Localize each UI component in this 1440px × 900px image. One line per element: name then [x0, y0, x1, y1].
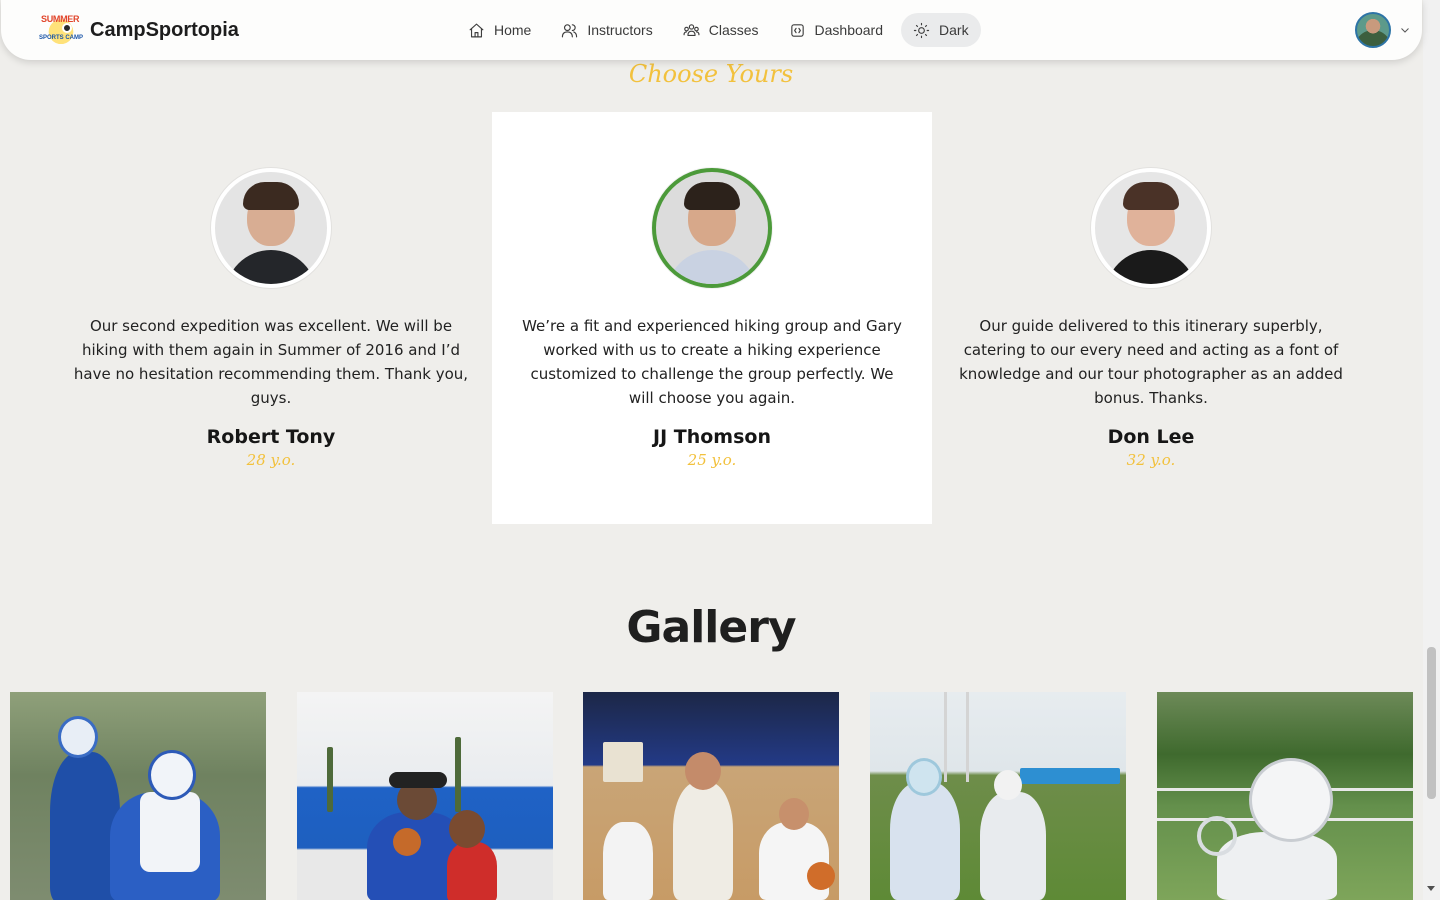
theme-toggle-label: Dark: [939, 22, 969, 38]
gallery-image-indoor-basketball[interactable]: [583, 692, 839, 900]
gallery-title: Gallery: [626, 602, 796, 653]
gallery-image-lacrosse-helmet[interactable]: [1157, 692, 1413, 900]
testimonial-card: Our second expedition was excellent. We …: [51, 112, 491, 524]
testimonial-quote: Our second expedition was excellent. We …: [73, 317, 469, 407]
chevron-down-icon[interactable]: [1399, 24, 1411, 36]
page-scrollbar[interactable]: [1423, 0, 1440, 900]
testimonial-age: 32 y.o.: [1126, 451, 1176, 469]
group-icon: [683, 23, 700, 36]
logo-bottom-text: SPORTS CAMP: [39, 35, 84, 41]
navbar: SUMMER SPORTS CAMP CampSportopia Home In…: [1, 0, 1422, 60]
nav-dashboard-label: Dashboard: [814, 22, 884, 38]
testimonial-name: Don Lee: [1107, 426, 1195, 448]
nav-instructors[interactable]: Instructors: [549, 13, 664, 47]
scrollbar-thumb[interactable]: [1427, 647, 1436, 799]
user-menu[interactable]: [1355, 12, 1411, 48]
sun-icon: [913, 22, 930, 38]
nav-home[interactable]: Home: [456, 13, 543, 47]
testimonial-age: 25 y.o.: [687, 451, 737, 469]
camp-logo[interactable]: SUMMER SPORTS CAMP: [38, 12, 84, 48]
nav-home-label: Home: [494, 22, 532, 38]
main-nav: Home Instructors Classes Dashboard Dark: [456, 13, 981, 47]
brand[interactable]: SUMMER SPORTS CAMP CampSportopia: [38, 12, 239, 48]
testimonial-card: Our guide delivered to this itinerary su…: [931, 112, 1371, 524]
home-icon: [469, 23, 484, 37]
nav-dashboard[interactable]: Dashboard: [777, 13, 896, 47]
testimonials-kicker: Choose Yours: [628, 60, 794, 88]
testimonial-name: JJ Thomson: [653, 426, 771, 448]
logo-top-text: SUMMER: [41, 14, 80, 24]
testimonial-age: 28 y.o.: [246, 451, 296, 469]
testimonial-photo: [652, 168, 772, 288]
brand-name[interactable]: CampSportopia: [90, 19, 239, 42]
gallery-image-lacrosse-field[interactable]: [870, 692, 1126, 900]
nav-classes-label: Classes: [708, 22, 759, 38]
dashboard-icon: [790, 23, 804, 37]
gallery-image-coach-basketball[interactable]: [297, 692, 553, 900]
testimonial-card-featured: We’re a fit and experienced hiking group…: [492, 112, 932, 524]
testimonial-photo: [211, 168, 331, 288]
nav-classes[interactable]: Classes: [671, 13, 771, 47]
nav-instructors-label: Instructors: [587, 22, 653, 38]
testimonial-quote: Our guide delivered to this itinerary su…: [959, 317, 1343, 407]
users-icon: [562, 23, 578, 37]
scroll-down-arrow-icon[interactable]: [1427, 886, 1435, 891]
testimonial-photo: [1091, 168, 1211, 288]
testimonial-quote: We’re a fit and experienced hiking group…: [522, 317, 902, 407]
user-avatar[interactable]: [1355, 12, 1391, 48]
gallery-image-lacrosse-players[interactable]: [10, 692, 266, 900]
testimonial-name: Robert Tony: [206, 426, 336, 448]
theme-toggle-button[interactable]: Dark: [901, 13, 981, 47]
ball-icon: [62, 23, 72, 33]
